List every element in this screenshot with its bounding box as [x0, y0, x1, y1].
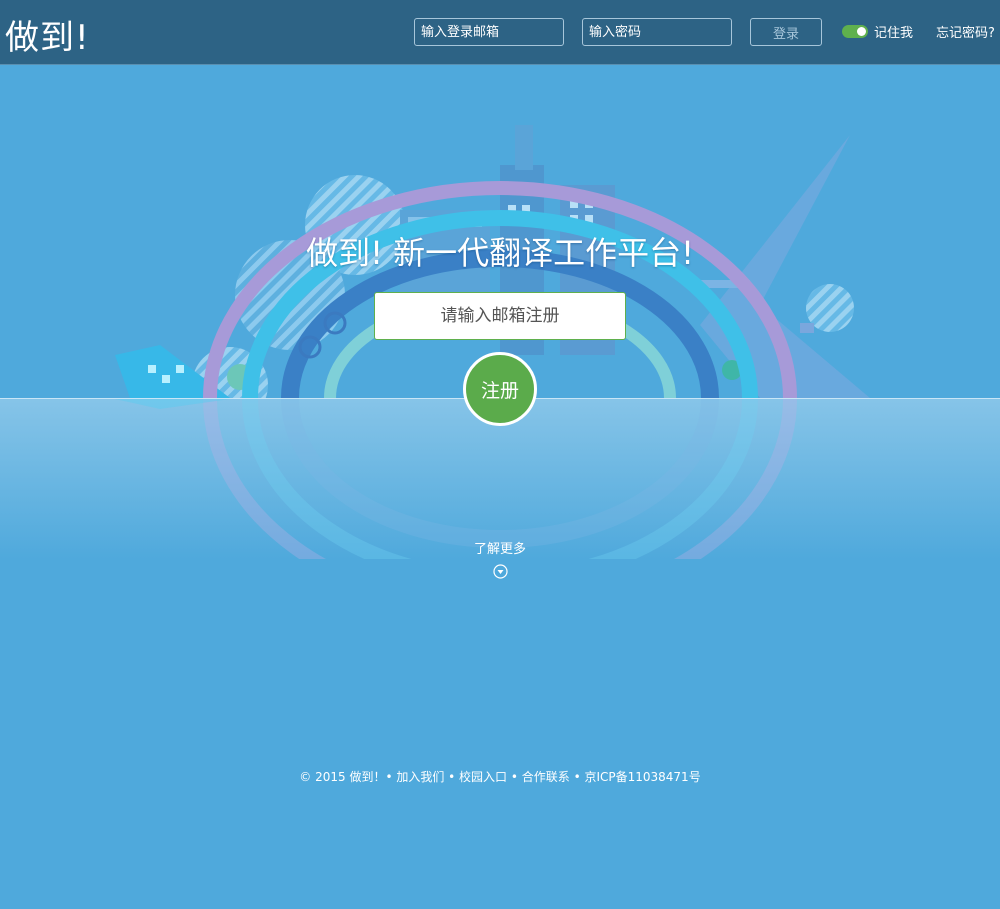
top-nav-bar: 做到! 登录 记住我 忘记密码?	[0, 0, 1000, 65]
login-button[interactable]: 登录	[750, 18, 822, 46]
hero-headline: 做到! 新一代翻译工作平台!	[306, 234, 694, 272]
login-password-input[interactable]	[582, 18, 732, 46]
remember-me-toggle[interactable]	[842, 25, 868, 38]
chevron-down-circle-icon[interactable]	[493, 564, 508, 579]
register-button[interactable]: 注册	[463, 352, 537, 426]
toggle-knob	[857, 27, 866, 36]
learn-more-link[interactable]: 了解更多	[0, 538, 1000, 557]
remember-me-label[interactable]: 记住我	[874, 22, 913, 41]
login-email-input[interactable]	[414, 18, 564, 46]
register-email-input[interactable]	[374, 292, 626, 340]
forgot-password-link[interactable]: 忘记密码?	[936, 22, 995, 41]
footer-links: © 2015 做到！• 加入我们 • 校园入口 • 合作联系 • 京ICP备11…	[299, 770, 701, 784]
logo[interactable]: 做到!	[5, 10, 90, 59]
